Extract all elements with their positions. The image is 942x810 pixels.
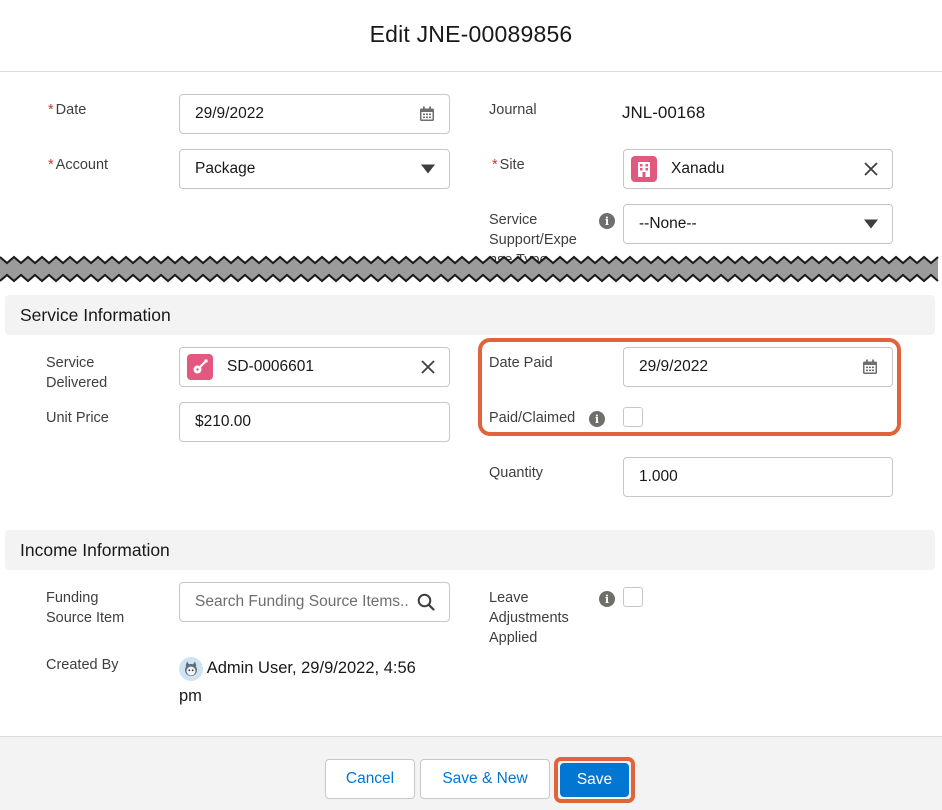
service-delivered-label: Service Delivered — [46, 355, 108, 391]
close-icon[interactable] — [864, 162, 878, 176]
paid-claimed-label: Paid/Claimed — [489, 410, 576, 426]
date-value: 29/9/2022 — [195, 105, 264, 122]
journal-value[interactable]: JNL-00168 — [622, 103, 705, 123]
close-icon[interactable] — [421, 360, 435, 374]
account-label: * Account — [48, 157, 109, 173]
required-marker: * — [48, 102, 54, 118]
torn-edge-divider — [0, 255, 939, 283]
date-label: * Date — [48, 102, 87, 118]
chevron-down-icon — [864, 219, 878, 229]
site-label: * Site — [492, 157, 525, 173]
site-record-icon — [631, 156, 657, 182]
calendar-icon[interactable] — [419, 106, 435, 122]
info-icon[interactable]: i — [599, 591, 615, 607]
search-icon[interactable] — [417, 593, 435, 611]
avatar — [179, 656, 203, 681]
journal-label: Journal — [489, 102, 537, 118]
modal-footer: Cancel Save & New Save — [0, 736, 942, 810]
unit-price-value: $210.00 — [195, 413, 252, 430]
guitar-icon — [187, 354, 213, 380]
service-information-header: Service Information — [5, 295, 935, 335]
quantity-label: Quantity — [489, 465, 543, 481]
created-by-value: Admin User, 29/9/2022, 4:56 pm — [179, 654, 449, 710]
funding-source-search[interactable]: Search Funding Source Items... — [179, 582, 450, 622]
save-and-new-button[interactable]: Save & New — [420, 759, 550, 799]
required-marker: * — [48, 157, 54, 173]
paid-claimed-checkbox[interactable] — [623, 407, 643, 427]
required-marker: * — [492, 157, 498, 173]
created-by-user-link[interactable]: Admin User, 29/9/2022, 4:56 — [207, 659, 416, 677]
modal-title: Edit JNE-00089856 — [369, 21, 573, 47]
account-value: Package — [195, 160, 256, 177]
chevron-down-icon — [421, 164, 435, 174]
service-support-select[interactable]: --None-- — [623, 204, 893, 244]
funding-source-placeholder: Search Funding Source Items... — [195, 593, 409, 610]
leave-adjustments-label: Leave Adjustments Applied — [489, 590, 569, 646]
service-delivered-lookup[interactable]: SD-0006601 — [179, 347, 450, 387]
modal-header: Edit JNE-00089856 — [0, 0, 942, 72]
save-button[interactable]: Save — [560, 763, 629, 797]
site-value: Xanadu — [671, 160, 725, 177]
leave-adjustments-checkbox[interactable] — [623, 587, 643, 607]
funding-source-label: Funding Source Item — [46, 590, 125, 626]
unit-price-label: Unit Price — [46, 410, 109, 426]
info-icon[interactable]: i — [599, 213, 615, 229]
date-paid-field[interactable]: 29/9/2022 — [623, 347, 893, 387]
service-support-value: --None-- — [639, 215, 697, 232]
income-information-header: Income Information — [5, 530, 935, 570]
site-lookup[interactable]: Xanadu — [623, 149, 893, 189]
quantity-value: 1.000 — [639, 468, 678, 485]
quantity-field[interactable]: 1.000 — [623, 457, 893, 497]
info-icon[interactable]: i — [589, 411, 605, 427]
unit-price-field[interactable]: $210.00 — [179, 402, 450, 442]
created-by-time: pm — [179, 687, 202, 705]
created-by-label: Created By — [46, 657, 119, 673]
date-paid-value: 29/9/2022 — [639, 358, 708, 375]
calendar-icon[interactable] — [862, 359, 878, 375]
service-delivered-value: SD-0006601 — [227, 358, 315, 375]
date-paid-label: Date Paid — [489, 355, 553, 371]
account-select[interactable]: Package — [179, 149, 450, 189]
cancel-button[interactable]: Cancel — [325, 759, 415, 799]
date-field[interactable]: 29/9/2022 — [179, 94, 450, 134]
